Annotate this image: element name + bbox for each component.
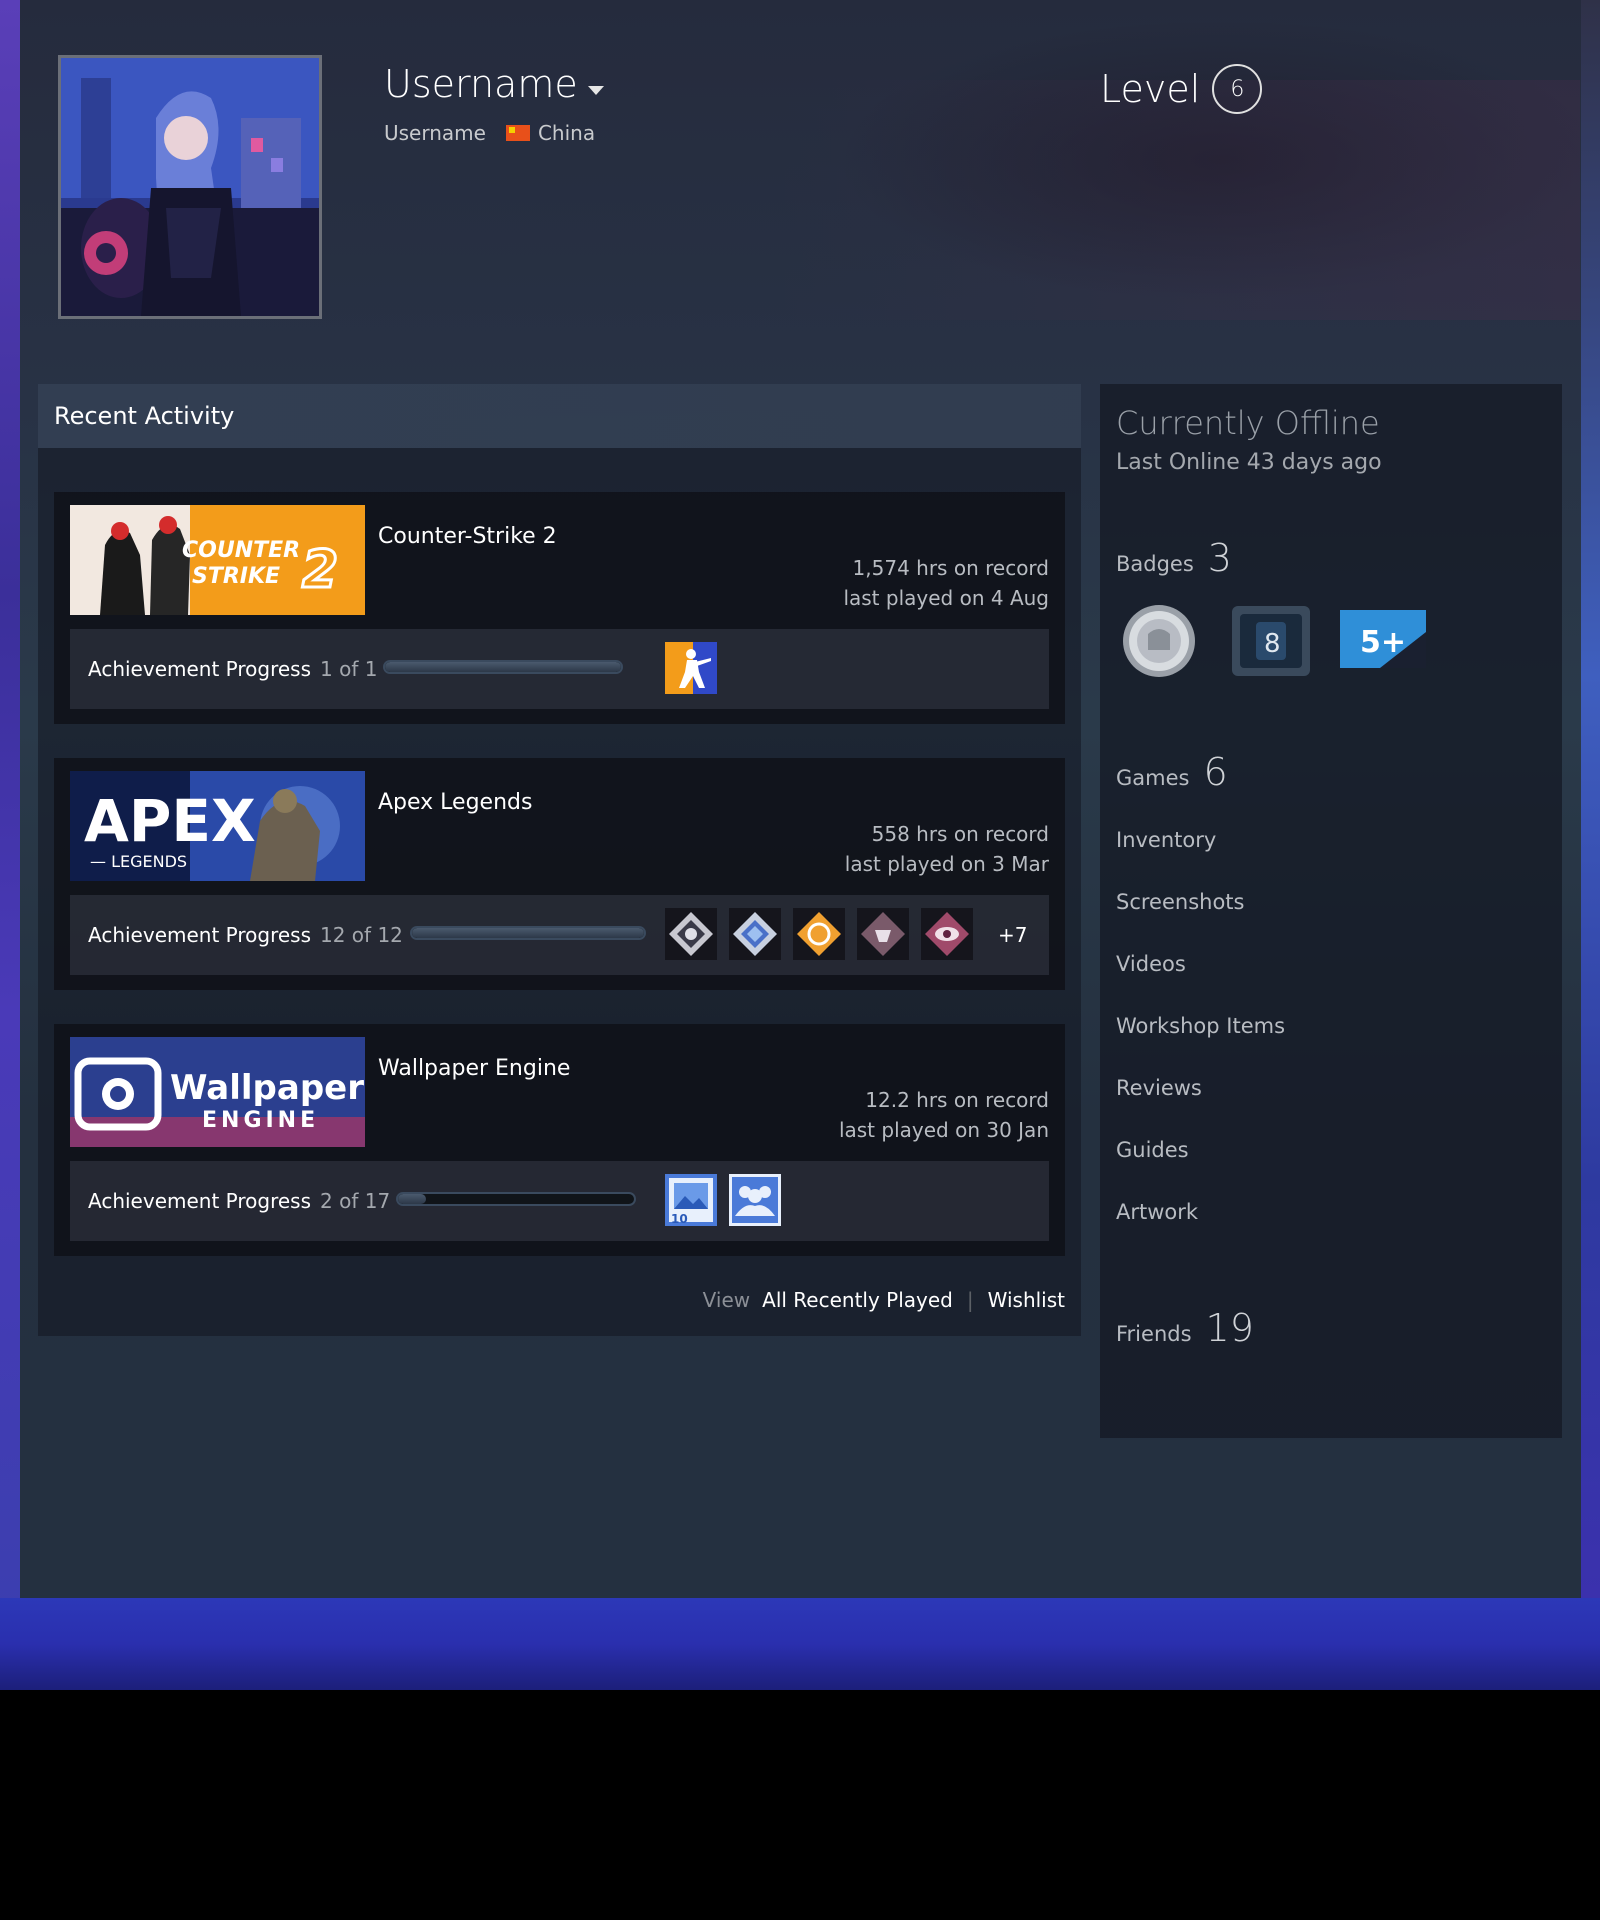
- view-label: View: [702, 1288, 751, 1312]
- game-name[interactable]: Wallpaper Engine: [378, 1056, 570, 1081]
- game-hours: 12.2 hrs on record: [865, 1088, 1049, 1112]
- apex-achievement-5-icon[interactable]: [921, 908, 973, 960]
- avatar-image: [61, 58, 319, 316]
- badge-collector-number: 5+: [1360, 625, 1406, 660]
- background-art-right: [1580, 0, 1600, 1690]
- profile-page: Username Username China Level 6 Recent A…: [20, 0, 1581, 1598]
- inventory-link[interactable]: Inventory: [1116, 828, 1216, 852]
- achievement-count: 1 of 1: [320, 657, 378, 681]
- recent-activity-panel: Recent Activity COUNTER STRIKE 2 Counter…: [38, 384, 1081, 1336]
- achievement-progress-fill: [385, 662, 621, 672]
- caret-down-icon[interactable]: [587, 85, 604, 95]
- game-last-played: last played on 3 Mar: [844, 852, 1049, 876]
- game-last-played: last played on 4 Aug: [843, 586, 1049, 610]
- videos-link[interactable]: Videos: [1116, 952, 1186, 976]
- more-achievements[interactable]: +7: [998, 923, 1027, 947]
- friends-header[interactable]: Friends 19: [1116, 1306, 1254, 1350]
- achievement-label: Achievement Progress: [88, 1189, 312, 1213]
- china-flag-icon: [505, 125, 530, 141]
- achievement-progress-bar[interactable]: Achievement Progress 1 of 1: [70, 629, 1049, 709]
- profile-sidebar: Currently Offline Last Online 43 days ag…: [1100, 384, 1562, 1438]
- badge-game-collector-icon[interactable]: 5+: [1340, 602, 1426, 680]
- artwork-link[interactable]: Artwork: [1116, 1200, 1198, 1224]
- reviews-link[interactable]: Reviews: [1116, 1076, 1202, 1100]
- all-recently-played-link[interactable]: All Recently Played: [762, 1288, 953, 1312]
- cs2-capsule-image: COUNTER STRIKE 2: [70, 505, 365, 615]
- last-online: Last Online 43 days ago: [1116, 450, 1382, 475]
- badges-count: 3: [1207, 536, 1232, 580]
- achievement-progress-track: [410, 926, 646, 940]
- screenshots-link[interactable]: Screenshots: [1116, 890, 1244, 914]
- games-label: Games: [1116, 766, 1190, 790]
- game-row-counter-strike-2: COUNTER STRIKE 2 Counter-Strike 2 1,574 …: [54, 492, 1065, 724]
- achievement-progress-fill: [412, 928, 644, 938]
- badges-header[interactable]: Badges 3: [1116, 536, 1232, 580]
- game-name[interactable]: Apex Legends: [378, 790, 532, 815]
- profile-level: Level 6: [1100, 64, 1263, 114]
- cs2-capsule-word-1: COUNTER: [182, 538, 300, 563]
- game-capsule-wallpaper-engine[interactable]: Wallpaper ENGINE: [70, 1037, 365, 1147]
- apex-achievement-1-icon[interactable]: [665, 908, 717, 960]
- footer-separator: |: [966, 1288, 974, 1312]
- cs-soldier-icon[interactable]: [665, 642, 717, 694]
- achievement-progress-track: [383, 660, 623, 674]
- level-label: Level: [1100, 67, 1201, 111]
- profile-background-art: [780, 80, 1580, 320]
- guides-link[interactable]: Guides: [1116, 1138, 1189, 1162]
- game-last-played: last played on 30 Jan: [838, 1118, 1049, 1142]
- level-badge[interactable]: 6: [1212, 64, 1263, 114]
- achievement-progress-bar[interactable]: Achievement Progress 12 of 12 +7: [70, 895, 1049, 975]
- apex-capsule-word-1: APEX: [84, 787, 256, 855]
- wallpaper-engine-capsule-image: Wallpaper ENGINE: [70, 1037, 365, 1147]
- avatar[interactable]: [58, 55, 322, 319]
- wallpaper-capsule-word-1: Wallpaper: [170, 1068, 364, 1108]
- apex-achievement-2-icon[interactable]: [729, 908, 781, 960]
- wallpaper-image-icon-number: 10: [671, 1212, 688, 1226]
- games-count: 6: [1203, 750, 1228, 794]
- wishlist-link[interactable]: Wishlist: [988, 1288, 1065, 1312]
- apex-achievement-4-icon[interactable]: [857, 908, 909, 960]
- achievement-progress-bar[interactable]: Achievement Progress 2 of 17 10: [70, 1161, 1049, 1241]
- wallpaper-community-icon[interactable]: [729, 1174, 781, 1226]
- achievement-label: Achievement Progress: [88, 923, 312, 947]
- cs2-capsule-number: 2: [302, 540, 338, 600]
- game-name[interactable]: Counter-Strike 2: [378, 524, 557, 549]
- wallpaper-image-icon[interactable]: 10: [665, 1174, 717, 1226]
- game-row-wallpaper-engine: Wallpaper ENGINE Wallpaper Engine 12.2 h…: [54, 1024, 1065, 1256]
- achievement-label: Achievement Progress: [88, 657, 312, 681]
- achievement-progress-track: [396, 1192, 636, 1206]
- badge-years-number: 8: [1264, 629, 1281, 659]
- game-row-apex-legends: APEX — LEGENDS Apex Legends 558 hrs on r…: [54, 758, 1065, 990]
- game-capsule-cs2[interactable]: COUNTER STRIKE 2: [70, 505, 365, 615]
- friends-count: 19: [1205, 1306, 1254, 1350]
- achievement-count: 2 of 17: [320, 1189, 391, 1213]
- country: China: [537, 121, 596, 145]
- games-header[interactable]: Games 6: [1116, 750, 1228, 794]
- online-status: Currently Offline: [1116, 404, 1380, 442]
- achievement-progress-fill: [398, 1194, 426, 1204]
- apex-capsule-image: APEX — LEGENDS: [70, 771, 365, 881]
- background-art-left: [0, 0, 20, 1690]
- persona-name-text: Username: [384, 62, 578, 106]
- recent-activity-title: Recent Activity: [38, 384, 1081, 448]
- apex-achievement-3-icon[interactable]: [793, 908, 845, 960]
- real-name: Username: [384, 121, 486, 145]
- badges-label: Badges: [1116, 552, 1194, 576]
- background-art-bottom: [0, 1598, 1600, 1690]
- cs2-capsule-word-2: STRIKE: [192, 564, 280, 589]
- achievement-count: 12 of 12: [320, 923, 403, 947]
- persona-name[interactable]: Username: [384, 62, 604, 106]
- profile-subline: Username China: [384, 121, 595, 145]
- badge-years-icon[interactable]: 8: [1228, 602, 1314, 680]
- badge-silver-icon[interactable]: [1116, 602, 1202, 680]
- game-capsule-apex[interactable]: APEX — LEGENDS: [70, 771, 365, 881]
- game-hours: 1,574 hrs on record: [852, 556, 1049, 580]
- game-hours: 558 hrs on record: [871, 822, 1049, 846]
- recent-activity-footer: View All Recently Played | Wishlist: [703, 1288, 1065, 1312]
- wallpaper-capsule-word-2: ENGINE: [202, 1108, 319, 1133]
- workshop-items-link[interactable]: Workshop Items: [1116, 1014, 1285, 1038]
- friends-label: Friends: [1116, 1322, 1192, 1346]
- apex-capsule-word-2: — LEGENDS: [90, 852, 187, 871]
